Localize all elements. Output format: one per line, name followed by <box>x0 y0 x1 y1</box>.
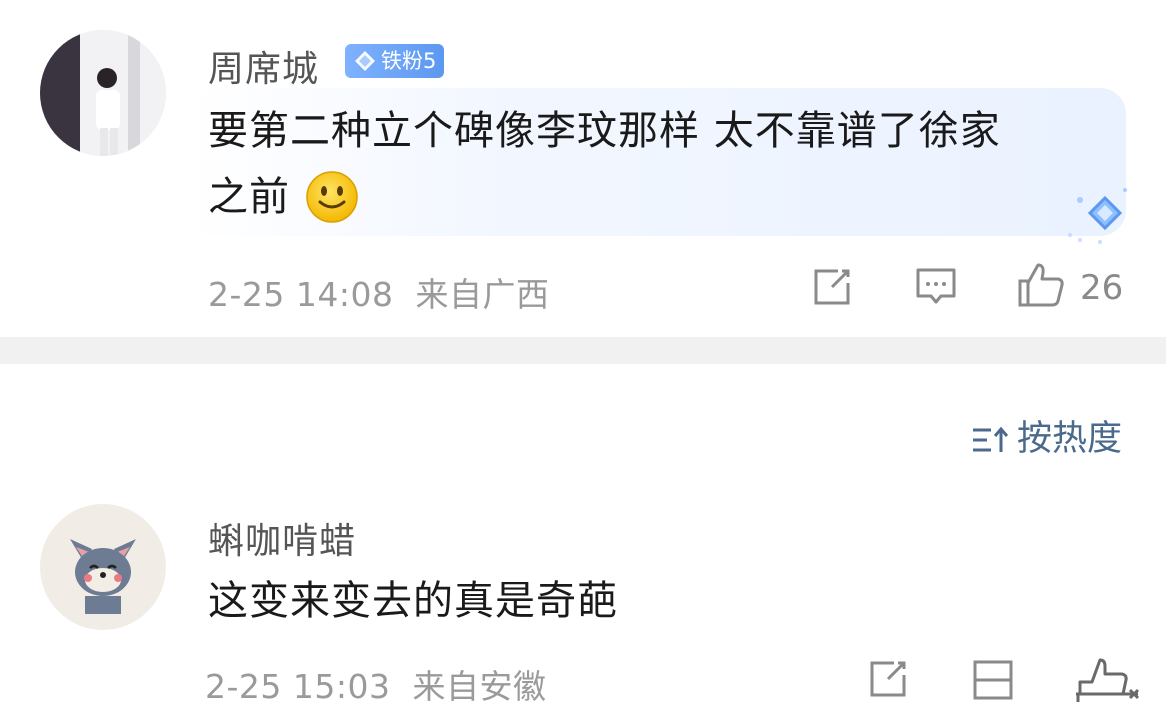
comment-icon[interactable] <box>970 657 1016 703</box>
username[interactable]: 周席城 <box>208 40 319 92</box>
comment-location: 来自广西 <box>415 275 550 314</box>
cat-avatar <box>40 504 166 630</box>
avatar[interactable] <box>40 30 166 156</box>
sort-label: 按热度 <box>1016 419 1122 459</box>
comment-text: 这变来变去的真是奇葩 <box>208 578 618 624</box>
like-count: 26 <box>1080 268 1124 308</box>
sparkle-diamond-icon <box>1068 188 1127 244</box>
username[interactable]: 蝌咖啃蜡 <box>208 512 356 564</box>
repost-icon[interactable] <box>810 265 854 309</box>
comment-time: 2-25 15:03 来自安徽 <box>205 667 547 706</box>
diamond-icon <box>355 51 375 71</box>
comment-icon[interactable] <box>913 265 959 309</box>
comment-text-line1: 要第二种立个碑像李玟那样 太不靠谱了徐家 <box>208 108 1001 154</box>
fan-badge[interactable]: 铁粉5 <box>345 44 445 78</box>
repost-icon[interactable] <box>866 657 910 701</box>
like-icon[interactable] <box>1072 654 1142 704</box>
avatar[interactable] <box>40 504 166 630</box>
sort-toggle[interactable]: 按热度 <box>971 410 1122 461</box>
comment-text-line2: 之前 <box>208 174 290 220</box>
comment-time: 2-25 14:08 来自广西 <box>208 275 550 314</box>
like-icon[interactable] <box>1016 261 1066 309</box>
sort-icon <box>972 426 1009 452</box>
section-divider <box>0 337 1166 364</box>
smile-emoji-icon <box>306 171 358 223</box>
avatar-photo <box>40 30 166 156</box>
badge-label: 铁粉5 <box>381 49 437 73</box>
comment-location: 来自安徽 <box>412 667 547 706</box>
